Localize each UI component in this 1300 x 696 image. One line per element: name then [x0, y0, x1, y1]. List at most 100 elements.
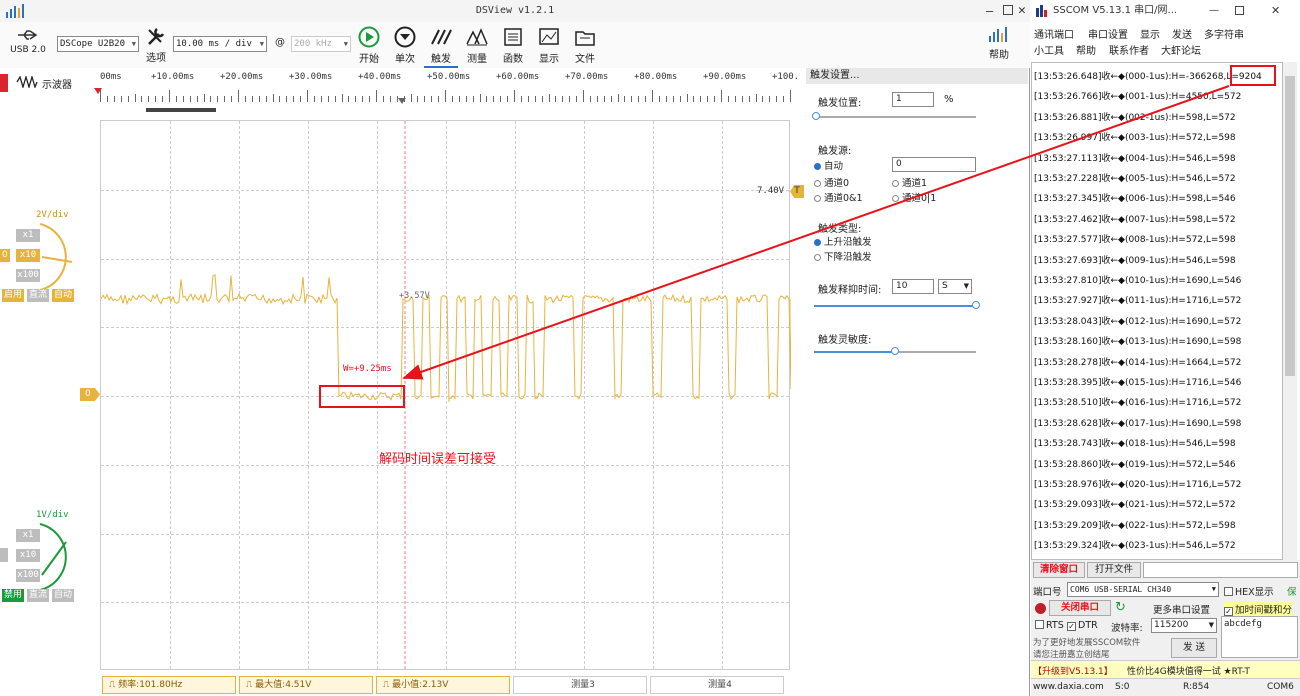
rts-label: RTS — [1046, 620, 1064, 631]
trigger-position-slider-knob[interactable] — [811, 112, 820, 120]
ch0-knob-icon[interactable] — [36, 220, 80, 294]
ch1-enable-button[interactable]: 禁用 — [2, 589, 25, 602]
ch1-knob-icon[interactable] — [36, 520, 80, 594]
menu-help[interactable]: 帮助 — [1076, 42, 1096, 57]
upgrade-link[interactable]: 【升级到V5.13.1】 — [1033, 664, 1113, 677]
holdoff-slider[interactable] — [814, 301, 980, 309]
source-ch0-radio[interactable]: 通道0 — [814, 175, 849, 189]
menu-tools[interactable]: 小工具 — [1034, 42, 1064, 57]
menu-contact[interactable]: 联系作者 — [1109, 42, 1149, 57]
trigger-settings-panel: 触发设置... 触发位置: 1 % 触发源: 自动 0 通道0 通道1 通道0&… — [806, 68, 1028, 668]
waveform-area[interactable]: +3.57V W=+9.25ms 解码时间误差可接受 7.40V — [100, 120, 791, 671]
timestamp-checkbox[interactable]: ✓ 加时间戳和分 — [1224, 602, 1293, 616]
trigger-icon — [431, 29, 452, 45]
menu-forum[interactable]: 大虾论坛 — [1161, 42, 1201, 57]
close-port-button[interactable]: 关闭串口 — [1049, 600, 1111, 616]
type-rising-radio[interactable]: 上升沿触发 — [814, 234, 872, 248]
sscom-maximize-icon[interactable] — [1235, 6, 1244, 15]
type-falling-radio[interactable]: 下降沿触发 — [814, 249, 872, 263]
ch1-auto-button[interactable]: 自动 — [52, 589, 75, 602]
source-ch0and1-radio[interactable]: 通道0&1 — [814, 190, 863, 204]
sensitivity-slider-knob[interactable] — [891, 347, 899, 355]
sscom-minimize-icon[interactable]: — — [1209, 0, 1219, 22]
measure-1[interactable]: ⎍ 频率:101.80Hz — [102, 676, 236, 694]
trigger-level-marker[interactable]: T — [790, 185, 804, 198]
menu-display[interactable]: 显示 — [1140, 26, 1160, 41]
file-path-field[interactable] — [1143, 562, 1298, 578]
port-select[interactable]: COM6 USB-SERIAL CH340 ▼ — [1067, 582, 1219, 597]
viewport-indicator[interactable] — [146, 108, 216, 112]
ch1-x1-button[interactable]: x1 — [16, 529, 40, 542]
options-button[interactable]: 选项 — [142, 26, 170, 64]
measure-4[interactable]: 测量3 — [513, 676, 647, 694]
ruler-tick — [431, 96, 433, 102]
send-button[interactable]: 发 送 — [1171, 638, 1217, 658]
log-scrollbar-thumb[interactable] — [1285, 76, 1295, 376]
samplerate-select[interactable]: 200 kHz ▼ — [291, 36, 351, 52]
trigger-position-slider[interactable] — [811, 112, 976, 120]
rts-checkbox[interactable]: RTS — [1035, 620, 1064, 631]
ch0-auto-button[interactable]: 自动 — [52, 289, 75, 302]
send-text-area[interactable]: abcdefg — [1221, 616, 1298, 658]
trigger-position-input[interactable]: 1 — [892, 92, 934, 107]
dtr-checkbox[interactable]: ✓ DTR — [1067, 620, 1098, 631]
function-button[interactable]: 函数 — [496, 26, 530, 65]
save-label[interactable]: 保 — [1287, 584, 1297, 598]
file-button[interactable]: 文件 — [568, 26, 602, 65]
help-button[interactable]: 帮助 — [982, 26, 1016, 61]
source-ch1-radio[interactable]: 通道1 — [892, 175, 927, 189]
measure-button[interactable]: 测量 — [460, 26, 494, 65]
start-button[interactable]: 开始 — [352, 26, 386, 65]
device-select[interactable]: DSCope U2B20 ▼ — [57, 36, 139, 52]
holdoff-unit-value: S — [942, 281, 948, 291]
ch0-x100-button[interactable]: x100 — [16, 269, 40, 282]
ch0-x1-button[interactable]: x1 — [16, 229, 40, 242]
minimize-icon[interactable]: — — [986, 0, 993, 22]
close-icon[interactable]: ✕ — [1018, 0, 1026, 22]
ch0-enable-button[interactable]: 启用 — [2, 289, 25, 302]
ch1-x100-button[interactable]: x100 — [16, 569, 40, 582]
ch0-x10-button[interactable]: x10 — [16, 249, 40, 262]
menu-serial-settings[interactable]: 串口设置 — [1088, 26, 1128, 41]
ch1-x10-button[interactable]: x10 — [16, 549, 40, 562]
sscom-close-icon[interactable]: ✕ — [1271, 0, 1280, 22]
source-auto-radio[interactable]: 自动 — [814, 158, 843, 172]
log-scrollbar[interactable] — [1283, 62, 1297, 560]
status-url[interactable]: www.daxia.com — [1033, 682, 1104, 692]
highlight-box-wave — [319, 385, 405, 408]
trigger-source-input[interactable]: 0 — [892, 157, 976, 172]
measure-3[interactable]: ⎍ 最小值:2.13V — [376, 676, 510, 694]
trigger-button[interactable]: 触发 — [424, 26, 458, 68]
ruler-tick — [727, 96, 729, 102]
holdoff-input[interactable]: 10 — [892, 279, 934, 294]
ruler-tick — [279, 96, 281, 102]
single-button[interactable]: 单次 — [388, 26, 422, 65]
ruler-tick — [493, 96, 495, 102]
timebase-select[interactable]: 10.00 ms / div ▼ — [173, 36, 267, 52]
display-button[interactable]: 显示 — [532, 26, 566, 65]
ch1-coupling-button[interactable]: 直流 — [27, 589, 50, 602]
menu-port[interactable]: 通讯端口 — [1034, 26, 1074, 41]
ruler-tick — [755, 94, 757, 102]
source-ch0or1-radio[interactable]: 通道0|1 — [892, 190, 936, 204]
clear-window-button[interactable]: 清除窗口 — [1033, 562, 1085, 578]
sensitivity-slider[interactable] — [814, 347, 976, 355]
menu-multistring[interactable]: 多字符串 — [1204, 26, 1244, 41]
refresh-icon[interactable]: ↻ — [1115, 600, 1126, 615]
holdoff-unit-select[interactable]: S ▼ — [938, 279, 972, 294]
receive-log[interactable]: [13:53:26.648]收←◆(000-1us):H=-366268,L=9… — [1031, 62, 1283, 560]
maximize-icon[interactable] — [1003, 5, 1013, 15]
menu-send[interactable]: 发送 — [1172, 26, 1192, 41]
baud-select[interactable]: 115200 ▼ — [1151, 618, 1217, 633]
ch0-coupling-button[interactable]: 直流 — [27, 289, 50, 302]
ruler-tick — [741, 96, 743, 102]
promo-banner[interactable]: 【升级到V5.13.1】 性价比4G模块值得一试 ★RT-T — [1031, 660, 1300, 678]
holdoff-slider-knob[interactable] — [972, 301, 980, 309]
time-ruler[interactable]: 00ms +10.00ms +20.00ms +30.00ms +40.00ms +50.… — [100, 68, 799, 116]
measure-2[interactable]: ⎍ 最大值:4.51V — [239, 676, 373, 694]
open-file-button[interactable]: 打开文件 — [1087, 562, 1141, 578]
ruler-tick — [362, 96, 364, 102]
measure-5[interactable]: 测量4 — [650, 676, 784, 694]
more-settings-link[interactable]: 更多串口设置 — [1153, 602, 1210, 616]
hex-display-checkbox[interactable]: HEX显示 — [1224, 584, 1274, 598]
